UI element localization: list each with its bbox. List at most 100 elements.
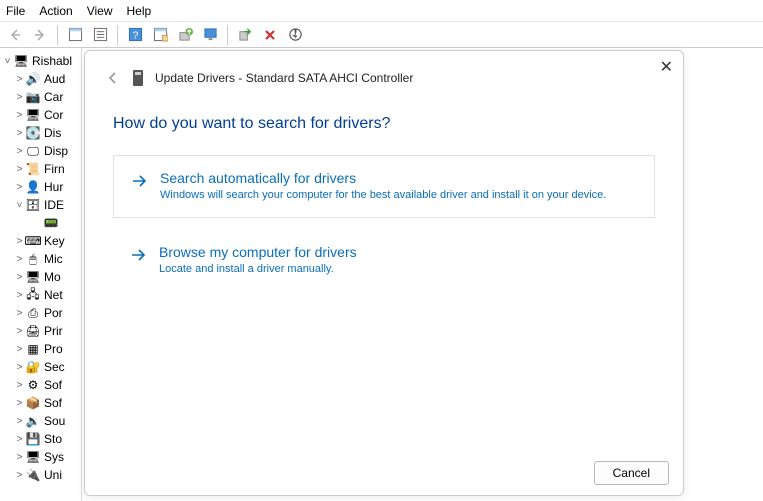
tree-item-label: Sto	[44, 432, 62, 446]
tree-item[interactable]: >🖧Net	[0, 286, 81, 304]
device-icon: 🔐	[25, 359, 41, 375]
tree-item[interactable]: >⚙Sof	[0, 376, 81, 394]
device-icon: 🗄	[25, 197, 41, 213]
separator	[227, 25, 228, 45]
tree-item-label: Uni	[44, 468, 62, 482]
monitor-icon[interactable]	[199, 24, 221, 46]
device-icon: 🔌	[25, 467, 41, 483]
tree-item[interactable]: >🔉Sou	[0, 412, 81, 430]
show-hidden-icon[interactable]	[64, 24, 86, 46]
tree-item[interactable]: >📜Firn	[0, 160, 81, 178]
collapse-icon[interactable]: ˅	[2, 56, 13, 67]
separator	[57, 25, 58, 45]
nav-forward-icon[interactable]	[29, 24, 51, 46]
tree-item[interactable]: >📷Car	[0, 88, 81, 106]
device-icon: 🖥	[25, 107, 41, 123]
menu-file[interactable]: File	[6, 4, 25, 18]
tree-item[interactable]: >💽Dis	[0, 124, 81, 142]
tree-root[interactable]: ˅ 🖥 Rishabl	[0, 52, 81, 70]
expand-icon[interactable]: >	[14, 164, 25, 175]
device-icon: ⚙	[25, 377, 41, 393]
enable-device-icon[interactable]	[234, 24, 256, 46]
expand-icon[interactable]: >	[14, 470, 25, 481]
expand-icon[interactable]: >	[14, 308, 25, 319]
tree-item[interactable]: >🖨Prir	[0, 322, 81, 340]
toolbar: ?	[0, 22, 763, 48]
expand-icon[interactable]: >	[14, 398, 25, 409]
device-icon: 🖱	[25, 251, 41, 267]
properties-icon[interactable]	[89, 24, 111, 46]
tree-item[interactable]: >🖥Mo	[0, 268, 81, 286]
tree-item[interactable]: >💾Sto	[0, 430, 81, 448]
tree-item[interactable]: >📦Sof	[0, 394, 81, 412]
expand-icon[interactable]: >	[14, 254, 25, 265]
tree-item[interactable]: >🖥Sys	[0, 448, 81, 466]
tree-item[interactable]: >👤Hur	[0, 178, 81, 196]
expand-icon[interactable]: >	[14, 74, 25, 85]
expand-icon[interactable]: >	[14, 110, 25, 121]
option-search-auto[interactable]: Search automatically for drivers Windows…	[113, 155, 655, 218]
device-icon: 📜	[25, 161, 41, 177]
tree-item[interactable]: >🖱Mic	[0, 250, 81, 268]
close-button[interactable]: ✕	[660, 57, 673, 77]
tree-item-label: Mo	[44, 270, 61, 284]
option-browse[interactable]: Browse my computer for drivers Locate an…	[113, 236, 655, 285]
menu-help[interactable]: Help	[127, 4, 152, 18]
device-icon: ⌨	[25, 233, 41, 249]
tree-item[interactable]: ˅🗄IDE	[0, 196, 81, 214]
back-icon[interactable]	[105, 70, 121, 86]
cancel-button[interactable]: Cancel	[594, 461, 669, 485]
device-icon: 👤	[25, 179, 41, 195]
expand-icon[interactable]: >	[14, 344, 25, 355]
tree-item-label: Car	[44, 90, 63, 104]
tree-item-label: Net	[44, 288, 63, 302]
arrow-right-icon	[130, 172, 148, 203]
expand-icon[interactable]: >	[14, 452, 25, 463]
nav-back-icon[interactable]	[4, 24, 26, 46]
tree-item-label: IDE	[44, 198, 64, 212]
expand-icon[interactable]: >	[14, 416, 25, 427]
expand-icon[interactable]: >	[14, 236, 25, 247]
tree-item-label: Por	[44, 306, 63, 320]
svg-text:?: ?	[132, 30, 138, 41]
tree-item[interactable]: >🔊Aud	[0, 70, 81, 88]
device-icon: 🖥	[25, 449, 41, 465]
tree-item[interactable]: >🖵Disp	[0, 142, 81, 160]
menu-bar: File Action View Help	[0, 0, 763, 22]
scan-changes-icon[interactable]	[284, 24, 306, 46]
expand-icon[interactable]: ˅	[14, 200, 25, 211]
tree-item[interactable]: >🔌Uni	[0, 466, 81, 484]
expand-icon[interactable]: >	[14, 362, 25, 373]
device-icon: 🖵	[25, 143, 41, 159]
scan-icon[interactable]	[149, 24, 171, 46]
menu-view[interactable]: View	[87, 4, 113, 18]
tree-item[interactable]: >🖥Cor	[0, 106, 81, 124]
expand-icon[interactable]: >	[14, 290, 25, 301]
dialog-question: How do you want to search for drivers?	[85, 93, 683, 143]
tree-item-label: Hur	[44, 180, 63, 194]
tree-item[interactable]: >⌨Key	[0, 232, 81, 250]
tree-item-label: Key	[44, 234, 65, 248]
menu-action[interactable]: Action	[39, 4, 72, 18]
expand-icon[interactable]: >	[14, 182, 25, 193]
expand-icon[interactable]: >	[14, 434, 25, 445]
tree-item[interactable]: 📟	[0, 214, 81, 232]
expand-icon[interactable]: >	[14, 380, 25, 391]
drive-icon	[131, 69, 145, 87]
tree-item[interactable]: >⎙Por	[0, 304, 81, 322]
help-icon[interactable]: ?	[124, 24, 146, 46]
tree-item[interactable]: >▦Pro	[0, 340, 81, 358]
expand-icon[interactable]: >	[14, 128, 25, 139]
device-icon: ⎙	[25, 305, 41, 321]
expand-icon[interactable]: >	[14, 272, 25, 283]
tree-item[interactable]: >🔐Sec	[0, 358, 81, 376]
expand-icon[interactable]: >	[14, 92, 25, 103]
tree-item-label: Aud	[44, 72, 65, 86]
device-icon: 💾	[25, 431, 41, 447]
expand-icon[interactable]: >	[14, 146, 25, 157]
uninstall-icon[interactable]	[259, 24, 281, 46]
expand-icon[interactable]: >	[14, 326, 25, 337]
device-icon: 🖥	[25, 269, 41, 285]
update-driver-icon[interactable]	[174, 24, 196, 46]
device-icon: 🖧	[25, 287, 41, 303]
